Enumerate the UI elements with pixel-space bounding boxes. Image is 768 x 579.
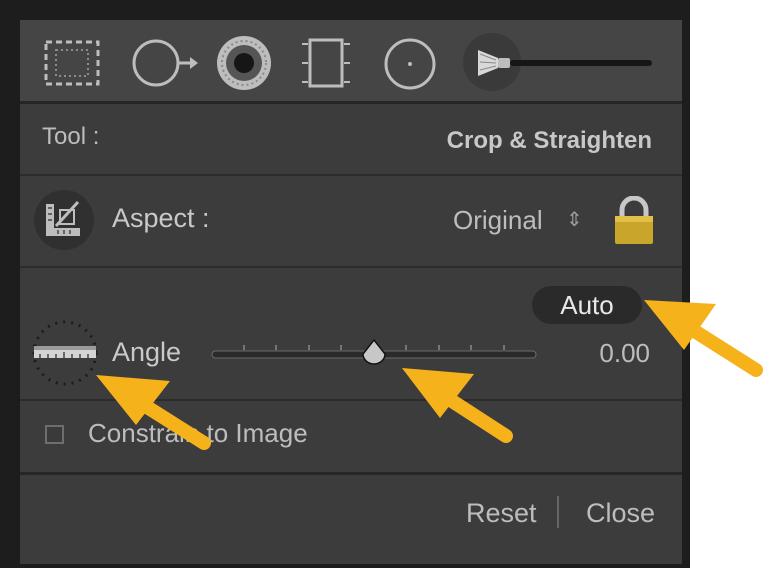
- straighten-tool-icon[interactable]: [30, 318, 100, 388]
- graduated-filter-icon[interactable]: [300, 34, 352, 92]
- lock-icon[interactable]: [612, 196, 656, 246]
- spot-removal-icon[interactable]: [130, 36, 200, 90]
- divider: [20, 266, 682, 268]
- crop-panel-body: Tool : Crop & Straighten Aspect : Origin…: [20, 20, 682, 564]
- adjustment-brush-icon[interactable]: [460, 32, 660, 94]
- angle-slider-thumb[interactable]: [361, 339, 387, 365]
- crop-panel: Tool : Crop & Straighten Aspect : Origin…: [0, 0, 690, 568]
- aspect-tool-icon[interactable]: [32, 188, 96, 252]
- crop-overlay-icon[interactable]: [42, 38, 102, 88]
- annotation-arrow-auto: [644, 300, 763, 377]
- radial-filter-icon[interactable]: [382, 36, 438, 92]
- close-button[interactable]: Close: [586, 498, 655, 529]
- reset-button[interactable]: Reset: [466, 498, 537, 529]
- tool-label: Tool :: [42, 123, 100, 150]
- annotation-arrow-straighten-tool: [96, 375, 211, 450]
- aspect-stepper-icon[interactable]: ⇕: [566, 207, 583, 232]
- divider: [20, 174, 682, 176]
- aspect-label: Aspect :: [112, 203, 210, 233]
- constrain-checkbox[interactable]: [45, 425, 64, 444]
- divider: [20, 472, 682, 475]
- annotation-arrow-slider: [402, 368, 513, 443]
- tool-strip: [20, 20, 682, 104]
- red-eye-icon[interactable]: [214, 33, 274, 93]
- tool-value: Crop & Straighten: [446, 127, 652, 154]
- auto-button[interactable]: Auto: [532, 286, 642, 324]
- footer-divider: [557, 496, 559, 528]
- angle-label: Angle: [112, 337, 182, 367]
- aspect-value[interactable]: Original: [453, 205, 543, 236]
